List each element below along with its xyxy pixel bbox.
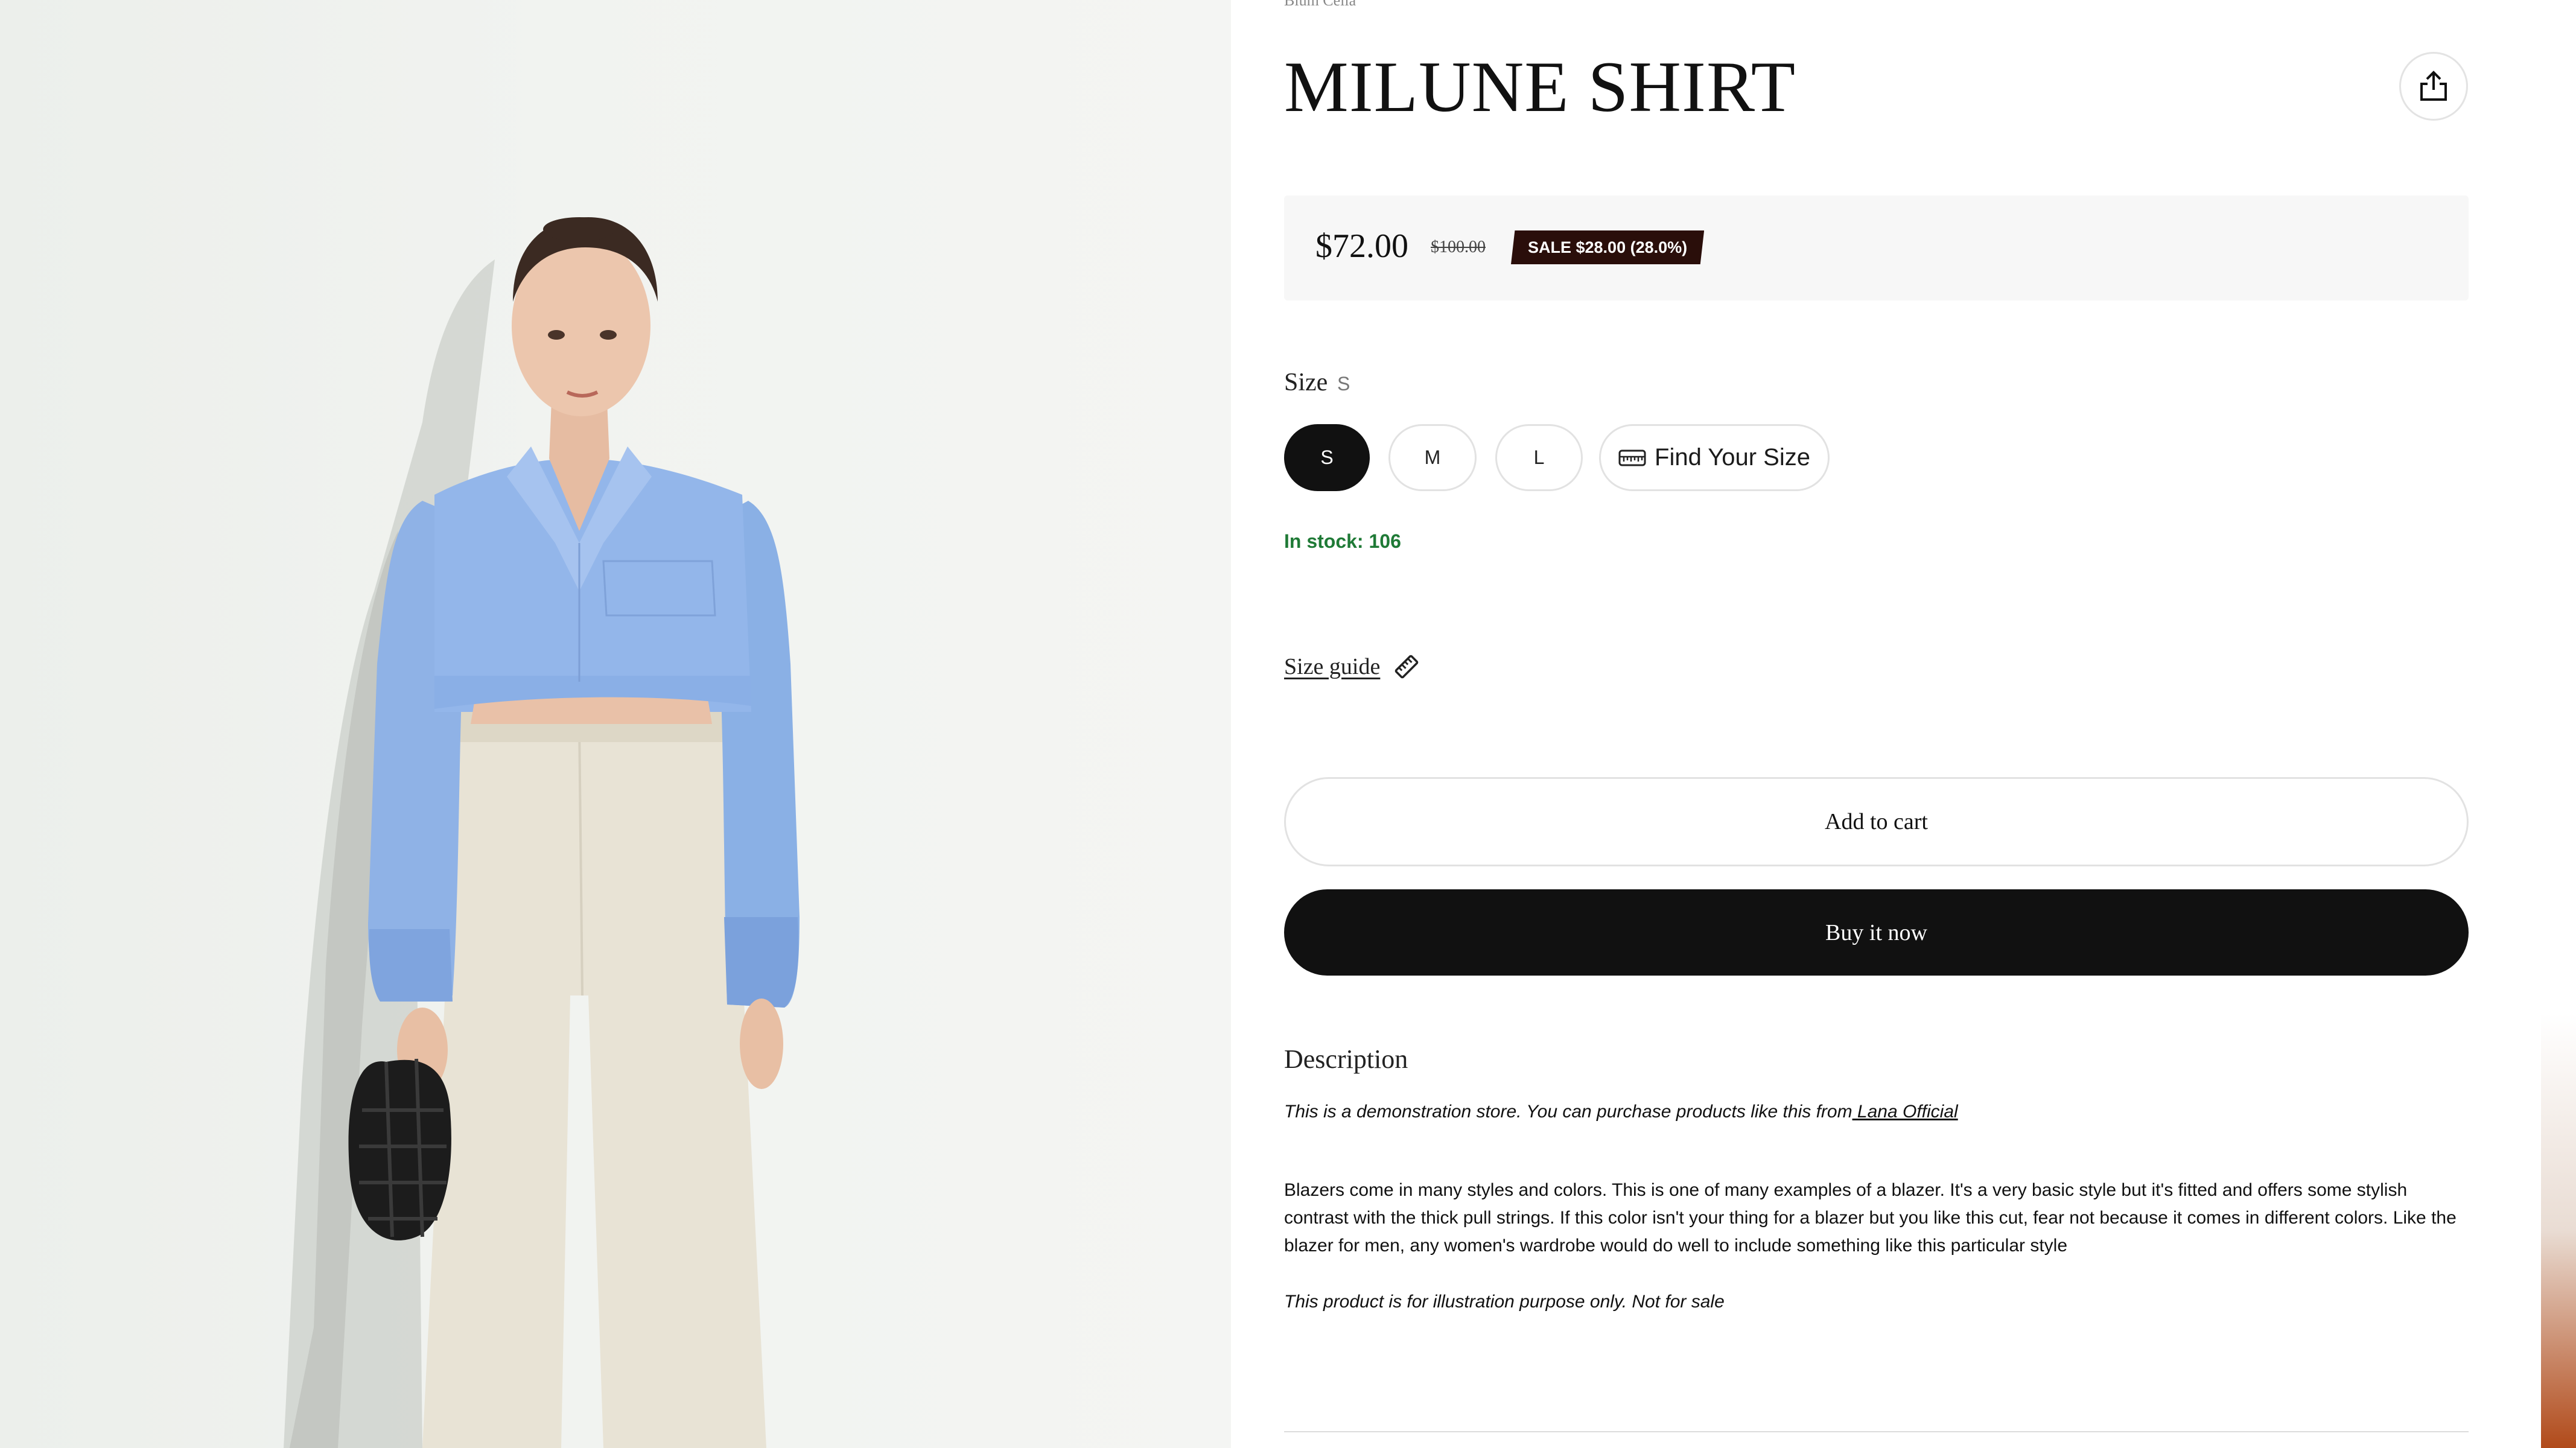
share-icon: [2420, 71, 2447, 101]
buy-now-button[interactable]: Buy it now: [1284, 889, 2469, 976]
find-your-size-label: Find Your Size: [1655, 444, 1810, 471]
find-your-size-button[interactable]: Find Your Size: [1599, 424, 1830, 491]
description-note: This is a demonstration store. You can p…: [1284, 1102, 1958, 1122]
product-vendor[interactable]: Blum Cella: [1284, 0, 1356, 10]
size-label: Size: [1284, 369, 1328, 396]
size-option-m[interactable]: M: [1388, 424, 1477, 491]
size-option-s[interactable]: S: [1284, 424, 1370, 491]
description-footer: This product is for illustration purpose…: [1284, 1292, 1725, 1312]
add-to-cart-button[interactable]: Add to cart: [1284, 777, 2469, 866]
description-heading: Description: [1284, 1044, 1408, 1074]
model-photo: [284, 217, 800, 1448]
product-image[interactable]: [0, 0, 1231, 1448]
size-selected-value: S: [1337, 373, 1350, 395]
stock-status: In stock: 106: [1284, 530, 1401, 552]
sale-badge: SALE $28.00 (28.0%): [1511, 230, 1705, 264]
description-note-text: This is a demonstration store. You can p…: [1284, 1102, 1852, 1122]
price-compare: $100.00: [1431, 238, 1486, 256]
size-guide-link[interactable]: Size guide: [1284, 653, 1380, 680]
description-body: Blazers come in many styles and colors. …: [1284, 1180, 2457, 1256]
lana-official-link[interactable]: Lana Official: [1852, 1102, 1958, 1122]
measuring-tape-icon: [1618, 449, 1646, 466]
product-page: Blum Cella MILUNE SHIRT $72.00 $100.00 S…: [0, 0, 2576, 1448]
share-button[interactable]: [2399, 52, 2468, 121]
product-info: Blum Cella MILUNE SHIRT $72.00 $100.00 S…: [1284, 0, 2469, 1448]
product-title: MILUNE SHIRT: [1284, 46, 1796, 127]
price-current: $72.00: [1315, 227, 1408, 265]
size-guide[interactable]: Size guide: [1284, 653, 1420, 680]
window-edge: [2541, 0, 2576, 1448]
price-box: $72.00 $100.00 SALE $28.00 (28.0%): [1284, 195, 2469, 300]
divider: [1284, 1431, 2469, 1432]
size-option-l[interactable]: L: [1495, 424, 1583, 491]
ruler-icon: [1395, 655, 1419, 679]
